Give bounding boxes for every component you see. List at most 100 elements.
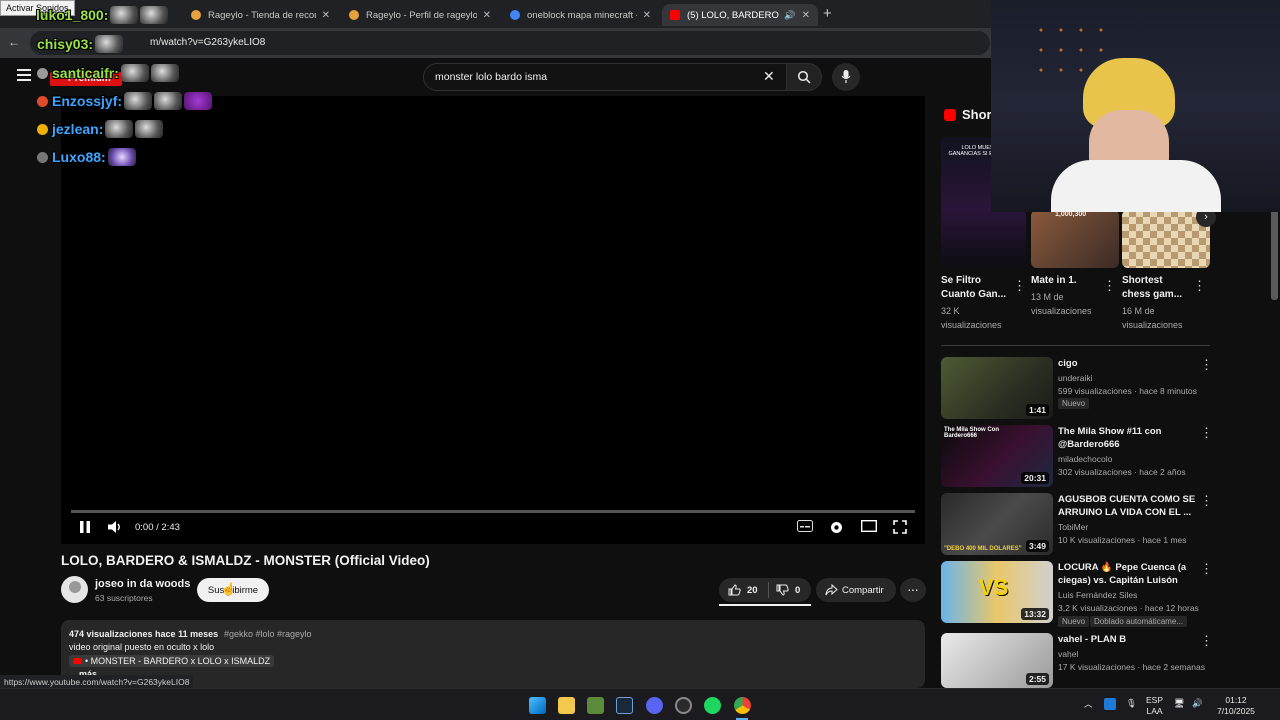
chat-message: Luxo88: (37, 148, 136, 166)
more-vert-icon[interactable]: ⋮ (1200, 493, 1213, 509)
channel-avatar[interactable] (61, 576, 88, 603)
emote-icon (154, 92, 183, 110)
close-tab-icon[interactable]: ✕ (802, 10, 810, 21)
subscriber-count: 63 suscriptores (95, 593, 153, 603)
video-thumbnail[interactable]: "DEBO 400 MIL DOLARES" 3:49 (941, 493, 1053, 555)
short-title[interactable]: Mate in 1. (1031, 274, 1077, 288)
clear-search-icon[interactable]: ✕ (763, 68, 775, 85)
emote-icon (124, 92, 153, 110)
speaker-icon[interactable]: 🔊 (784, 10, 795, 21)
related-video-title[interactable]: AGUSBOB CUENTA COMO SE ARRUINO LA VIDA C… (1058, 493, 1198, 519)
search-button[interactable] (786, 63, 822, 91)
like-count[interactable]: 20 (747, 585, 758, 596)
video-thumbnail[interactable]: VS 13:32 (941, 561, 1053, 623)
file-explorer-icon[interactable] (558, 697, 575, 714)
more-vert-icon[interactable]: ⋮ (1200, 633, 1213, 649)
related-video-title[interactable]: The Mila Show #11 con @Bardero666 (1058, 425, 1198, 451)
progress-bar[interactable] (71, 510, 915, 513)
emote-icon (105, 120, 134, 138)
discord-icon[interactable] (646, 697, 663, 714)
divider (941, 345, 1210, 346)
short-title[interactable]: Cuanto Gan... (941, 288, 1006, 302)
more-horiz-icon: ··· (907, 581, 919, 597)
related-video-title[interactable]: cigo (1058, 357, 1198, 370)
related-video-channel[interactable]: miladechocolo (1058, 454, 1112, 464)
thumb-text: VS (979, 575, 1009, 600)
short-thumbnail[interactable]: 1,000,300 (1031, 210, 1119, 268)
subtitles-icon[interactable] (797, 520, 813, 532)
chat-message: luko1_800: (36, 6, 169, 24)
more-vert-icon[interactable]: ⋮ (1200, 425, 1213, 441)
steam-icon[interactable] (616, 697, 633, 714)
theater-mode-icon[interactable] (861, 520, 877, 532)
obs-icon[interactable] (675, 697, 692, 714)
microphone-icon[interactable]: 🎙 (1126, 698, 1137, 709)
share-button[interactable]: Compartir (816, 578, 896, 602)
related-video-channel[interactable]: TobiMer (1058, 522, 1088, 532)
like-icon[interactable] (728, 584, 741, 596)
url-field[interactable]: m/watch?v=G263ykeLIO8 (30, 31, 990, 55)
defender-icon[interactable] (1104, 698, 1116, 710)
windows-start-icon[interactable] (529, 697, 546, 714)
network-icon[interactable]: 🖥 (1174, 698, 1185, 709)
minecraft-icon[interactable] (587, 697, 604, 714)
settings-gear-icon[interactable] (829, 520, 844, 535)
close-tab-icon[interactable]: ✕ (643, 10, 651, 21)
more-vert-icon[interactable]: ⋮ (1103, 278, 1116, 294)
video-thumbnail[interactable]: 1:41 (941, 357, 1053, 419)
more-vert-icon[interactable]: ⋮ (1013, 278, 1026, 294)
emote-icon (184, 92, 213, 110)
back-arrow-icon[interactable]: ← (8, 35, 20, 49)
status-bar-url: https://www.youtube.com/watch?v=G263ykeL… (0, 675, 194, 688)
tab-oneblock-search[interactable]: oneblock mapa minecraft - Bus ✕ (502, 4, 659, 26)
chat-message: Enzossjyf: (37, 92, 213, 110)
video-duration: 13:32 (1021, 608, 1049, 620)
related-video-channel[interactable]: underaiki (1058, 373, 1093, 383)
speaker-icon[interactable]: 🔊 (1192, 698, 1203, 709)
related-video-channel[interactable]: vahel (1058, 649, 1078, 659)
chrome-icon[interactable] (734, 697, 751, 714)
video-duration: 3:49 (1025, 540, 1049, 552)
more-vert-icon[interactable]: ⋮ (1200, 357, 1213, 373)
video-thumbnail[interactable]: The Mila Show Con Bardero666 20:31 (941, 425, 1053, 487)
emote-icon (120, 64, 149, 82)
close-tab-icon[interactable]: ✕ (322, 10, 330, 21)
short-title[interactable]: Se Filtro (941, 274, 981, 288)
video-thumbnail[interactable]: 2:55 (941, 633, 1053, 688)
pause-icon[interactable] (79, 520, 91, 534)
tab-rageylo-perfil[interactable]: Rageylo - Perfil de rageylo ✕ (341, 4, 499, 26)
search-input[interactable]: monster lolo bardo isma (423, 63, 787, 91)
channel-name[interactable]: joseo in da woods (95, 578, 190, 590)
voice-search-button[interactable] (832, 63, 860, 91)
short-title[interactable]: Shortest (1122, 274, 1163, 288)
youtube-mini-icon (73, 658, 82, 664)
clock[interactable]: 01:12 7/10/2025 (1212, 695, 1260, 717)
description-link-chip[interactable]: • MONSTER - BARDERO x LOLO x ISMALDZ (69, 655, 275, 667)
short-title[interactable]: chess gam... (1122, 288, 1182, 302)
related-video-title[interactable]: LOCURA 🔥 Pepe Cuenca (a ciegas) vs. Capi… (1058, 561, 1198, 587)
chat-username: chisy03: (37, 36, 94, 52)
more-vert-icon[interactable]: ⋮ (1200, 561, 1213, 577)
video-duration: 1:41 (1025, 404, 1049, 416)
language-indicator[interactable]: ESP LAA (1146, 695, 1163, 717)
volume-icon[interactable] (107, 520, 123, 534)
dislike-icon[interactable] (776, 584, 789, 596)
tab-youtube-active[interactable]: (5) LOLO, BARDERO & ISMA 🔊 ✕ (662, 4, 818, 26)
video-player[interactable]: 0:00 / 2:43 (61, 96, 925, 544)
more-vert-icon[interactable]: ⋮ (1193, 278, 1206, 294)
description-hashtags[interactable]: #gekko #lolo #rageylo (224, 629, 312, 639)
rageylo-favicon-icon (349, 10, 359, 20)
hamburger-menu-icon[interactable] (17, 69, 31, 81)
more-actions-button[interactable]: ··· (900, 578, 926, 602)
close-tab-icon[interactable]: ✕ (483, 10, 491, 21)
related-video-title[interactable]: vahel - PLAN B (1058, 633, 1198, 646)
tab-rageylo-tienda[interactable]: Rageylo - Tienda de recompen ✕ (183, 4, 338, 26)
related-video-channel[interactable]: Luis Fernández Siles (1058, 590, 1137, 600)
fullscreen-icon[interactable] (893, 520, 907, 534)
chat-username: luko1_800: (36, 7, 109, 23)
chevron-up-icon[interactable]: ︿ (1084, 699, 1093, 710)
new-badge: Nuevo (1058, 616, 1090, 627)
chat-badge-icon (37, 96, 48, 107)
new-tab-button[interactable]: + (823, 5, 832, 22)
spotify-icon[interactable] (704, 697, 721, 714)
